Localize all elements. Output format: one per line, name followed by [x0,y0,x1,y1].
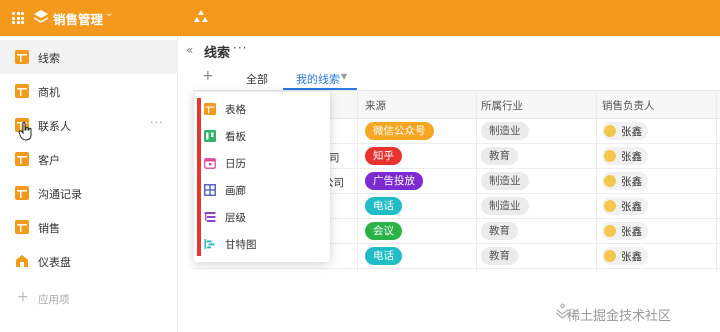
table-icon [15,84,29,98]
industry-chip: 制造业 [481,197,529,215]
menu-item-label: 看板 [225,131,246,143]
menu-item-label: 表格 [225,104,246,116]
owner-chip: 张鑫 [602,122,648,140]
cell-text: 司 [329,152,340,164]
sidebar-item-label: 仪表盘 [38,256,71,269]
menu-item-label: 日历 [225,158,246,170]
menu-item-hierarchy[interactable]: 层级 [194,204,330,231]
source-tag: 电话 [365,197,402,215]
industry-chip: 教育 [481,147,518,165]
table-icon [15,50,29,64]
tab-all[interactable]: 全部 [246,71,268,87]
column-header-owner[interactable]: 销售负责人 [602,98,655,113]
menu-item-gantt[interactable]: 甘特图 [194,231,330,258]
menu-item-label: 甘特图 [225,239,257,251]
hierarchy-icon [204,212,216,222]
menu-item-grid[interactable]: 表格 [194,96,330,123]
menu-item-kanban[interactable]: 看板 [194,123,330,150]
app-grid-icon[interactable] [12,12,24,24]
view-type-menu: 表格 看板 日历 画廊 层级 甘特图 [194,92,330,262]
tab-my-leads[interactable]: 我的线索 [296,71,340,87]
sidebar-item-label: 商机 [38,86,60,99]
avatar [604,200,616,212]
gallery-icon [204,184,216,196]
owner-name: 张鑫 [621,201,642,213]
owner-chip: 张鑫 [602,222,648,240]
hand-cursor-icon [18,121,32,141]
owner-name: 张鑫 [621,126,642,138]
column-header-source[interactable]: 来源 [365,98,386,113]
sidebar-item-leads[interactable]: 线索 [0,40,178,74]
sidebar-item-label: 销售 [38,222,60,235]
source-tag: 知乎 [365,147,402,165]
source-tag: 电话 [365,247,402,265]
industry-chip: 教育 [481,222,518,240]
kanban-icon [204,130,216,142]
owner-name: 张鑫 [621,176,642,188]
table-icon [15,152,29,166]
sidebar-item-label: 线索 [38,52,60,65]
table-icon [15,220,29,234]
avatar [604,225,616,237]
source-tag: 会议 [365,222,402,240]
avatar [604,125,616,137]
menu-item-label: 层级 [225,212,246,224]
avatar [604,250,616,262]
sidebar: 线索 商机 联系人 ··· 客户 沟通记录 销售 仪表盘 + 应用项 [0,36,178,332]
industry-chip: 教育 [481,247,518,265]
add-app-item-label: 应用项 [38,294,70,306]
add-app-item-button[interactable]: + 应用项 [0,283,178,313]
sidebar-item-sales[interactable]: 销售 [0,210,178,244]
sidebar-item-label: 沟通记录 [38,188,82,201]
sidebar-item-contacts[interactable]: 联系人 ··· [0,108,178,142]
avatar [604,175,616,187]
owner-chip: 张鑫 [602,247,648,265]
sidebar-item-label: 客户 [38,154,60,167]
more-options-icon[interactable]: ··· [233,41,247,55]
app-name[interactable]: 销售管理 [53,9,103,28]
collapse-sidebar-icon[interactable]: « [186,43,193,57]
owner-chip: 张鑫 [602,197,648,215]
watermark-text: 稀土掘金技术社区 [567,309,672,324]
calendar-icon [204,158,216,169]
owner-name: 张鑫 [621,226,642,238]
sidebar-item-opportunities[interactable]: 商机 [0,74,178,108]
chevron-down-icon[interactable]: ▼ [341,72,347,81]
owner-chip: 张鑫 [602,147,648,165]
menu-item-gallery[interactable]: 画廊 [194,177,330,204]
grid-view-icon [204,103,216,115]
modules-icon[interactable] [193,9,209,25]
industry-chip: 制造业 [481,172,529,190]
gantt-icon [204,239,215,249]
owner-chip: 张鑫 [602,172,648,190]
page-title: 线索 [204,46,231,61]
owner-name: 张鑫 [621,251,642,263]
owner-name: 张鑫 [621,151,642,163]
sidebar-item-dashboard[interactable]: 仪表盘 [0,244,178,278]
plus-icon: + [17,289,29,305]
table-icon [15,186,29,200]
avatar [604,150,616,162]
menu-item-label: 画廊 [225,185,246,197]
app-logo-icon [34,10,48,23]
sidebar-item-customers[interactable]: 客户 [0,142,178,176]
menu-item-calendar[interactable]: 日历 [194,150,330,177]
top-bar: 销售管理 ⌄ [0,0,720,36]
source-tag: 广告投放 [365,172,423,190]
source-tag: 微信公众号 [365,122,434,140]
chevron-down-icon[interactable]: ⌄ [105,8,113,19]
sidebar-item-communication[interactable]: 沟通记录 [0,176,178,210]
industry-chip: 制造业 [481,122,529,140]
more-options-icon[interactable]: ··· [150,116,164,129]
column-header-industry[interactable]: 所属行业 [481,98,523,113]
home-icon [16,255,28,267]
add-view-button[interactable]: + [202,68,214,84]
sidebar-item-label: 联系人 [38,120,71,133]
